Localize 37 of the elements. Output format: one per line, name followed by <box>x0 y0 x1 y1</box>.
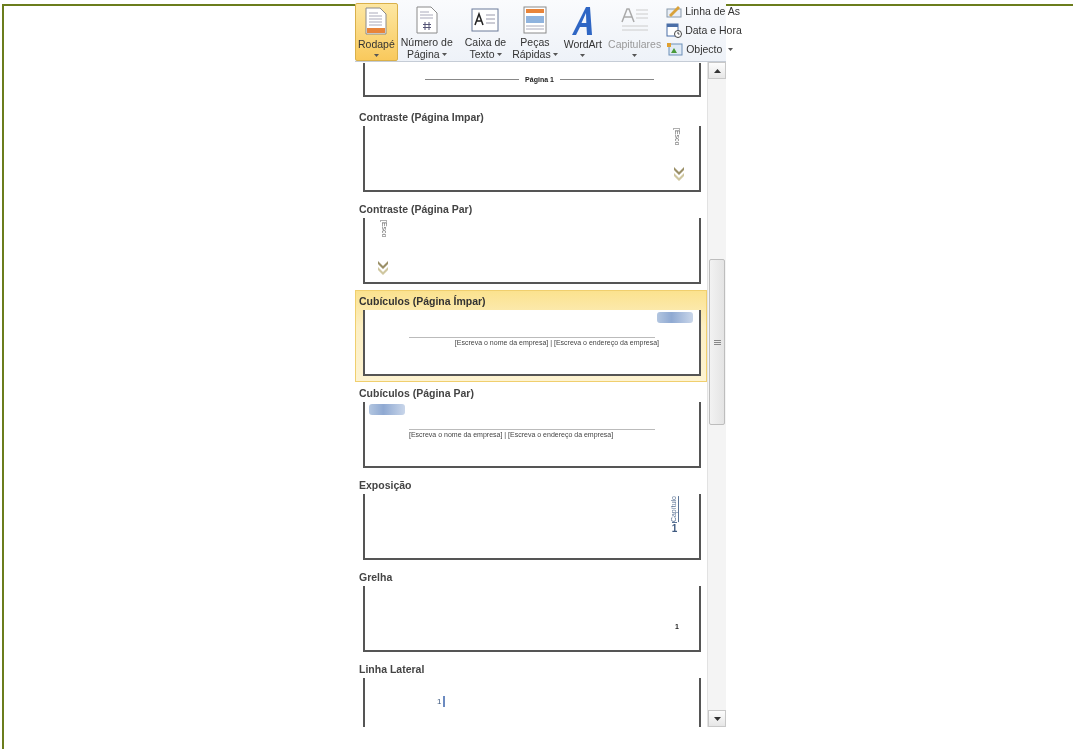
scroll-up-button[interactable] <box>708 62 726 79</box>
gallery-item-label: Cubículos (Página Par) <box>359 386 475 401</box>
embedded-object-icon <box>666 42 684 56</box>
gallery-item[interactable]: Linha Lateral 1 <box>355 658 707 727</box>
gallery-item-label: Contraste (Página Par) <box>359 202 474 217</box>
ribbon-button[interactable]: WordArt <box>560 3 606 61</box>
drop-cap-icon <box>620 8 649 34</box>
gallery-item-label: Cubículos (Página Ímpar) <box>359 294 487 309</box>
up-arrow-icon <box>713 68 721 73</box>
ribbon-button[interactable]: Rodapé <box>355 3 398 61</box>
page-number-text: 1 <box>437 696 442 707</box>
double-chevron-icon <box>377 260 389 276</box>
pen-signature-icon <box>666 4 683 18</box>
ribbon-button[interactable]: Peças Rápidas <box>509 3 561 61</box>
text-box-icon <box>471 8 500 32</box>
scroll-down-button[interactable] <box>708 710 726 727</box>
footer-page-icon <box>365 7 388 35</box>
document-parts-icon <box>522 6 547 34</box>
page-number-icon <box>415 6 438 34</box>
scrollbar[interactable] <box>707 62 726 727</box>
down-arrow-icon <box>713 716 721 721</box>
double-chevron-icon <box>673 166 685 182</box>
ribbon-button[interactable]: Linha de As <box>666 3 742 19</box>
page-number-text: 1 <box>671 522 678 535</box>
gallery-item-label: Grelha <box>359 570 394 585</box>
ribbon-button[interactable]: Objecto <box>666 41 742 57</box>
grip-icon <box>713 339 721 345</box>
gallery-item-label: Contraste (Página Impar) <box>359 110 485 125</box>
ribbon-button[interactable]: Caixa de Texto <box>461 3 510 61</box>
blurred-logo-graphic <box>657 312 693 323</box>
calendar-clock-icon <box>666 22 683 38</box>
ribbon-button[interactable]: Data e Hora <box>666 22 742 38</box>
scroll-thumb[interactable] <box>709 259 725 425</box>
ribbon-button[interactable]: Número de Página <box>397 3 456 61</box>
blurred-logo-graphic <box>369 404 405 415</box>
gallery-item-label: Exposição <box>359 478 413 493</box>
gallery-item-label: Linha Lateral <box>359 662 426 677</box>
